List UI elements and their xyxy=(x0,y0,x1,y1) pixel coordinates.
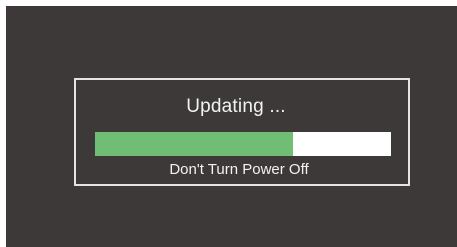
progress-bar-fill xyxy=(95,132,294,156)
update-dialog: Updating ... Don't Turn Power Off xyxy=(74,78,410,186)
dialog-title: Updating ... xyxy=(186,96,286,117)
progress-bar xyxy=(95,132,391,156)
screen-background: Updating ... Don't Turn Power Off xyxy=(6,6,457,247)
warning-message: Don't Turn Power Off xyxy=(169,161,309,178)
